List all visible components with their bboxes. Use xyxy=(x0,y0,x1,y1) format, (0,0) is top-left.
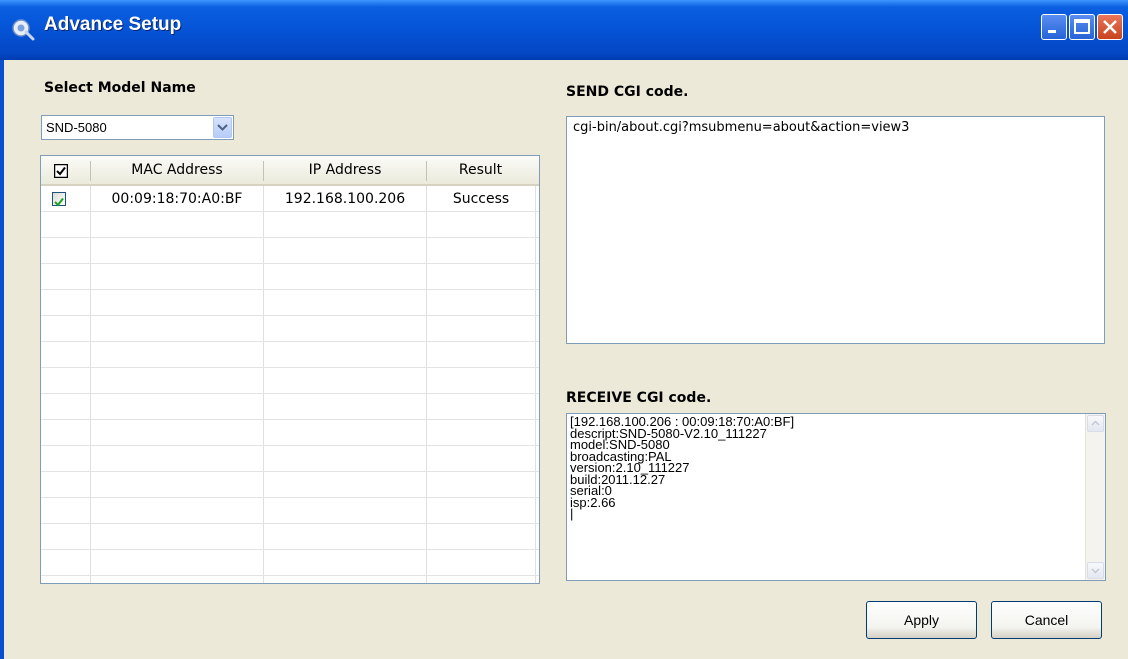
model-select-value: SND-5080 xyxy=(46,120,107,135)
ip-address-cell: 192.168.100.206 xyxy=(284,191,406,207)
title-bar[interactable]: Advance Setup xyxy=(0,0,1128,60)
model-select-dropdown-button[interactable] xyxy=(213,117,232,138)
chevron-down-icon xyxy=(217,124,228,131)
minimize-button[interactable] xyxy=(1041,14,1067,40)
device-table[interactable]: MAC Address IP Address Result 00:09:18:7… xyxy=(40,155,540,584)
maximize-icon xyxy=(1074,19,1090,34)
empty-row xyxy=(41,290,539,316)
empty-row xyxy=(41,472,539,498)
select-all-checkbox[interactable] xyxy=(53,163,69,179)
empty-row xyxy=(41,550,539,576)
scroll-up-button[interactable] xyxy=(1087,415,1104,432)
mac-address-cell: 00:09:18:70:A0:BF xyxy=(111,191,243,207)
close-button[interactable] xyxy=(1097,14,1123,40)
table-row[interactable]: 00:09:18:70:A0:BF 192.168.100.206 Succes… xyxy=(41,186,539,212)
minimize-icon xyxy=(1048,30,1056,33)
window-frame xyxy=(0,60,4,659)
advance-setup-window: Advance Setup Select Model Name SND-5080… xyxy=(0,0,1128,659)
result-cell: Success xyxy=(452,191,510,207)
column-header-mac[interactable]: MAC Address xyxy=(91,156,263,184)
empty-row xyxy=(41,446,539,472)
empty-row xyxy=(41,368,539,394)
receive-cgi-label: RECEIVE CGI code. xyxy=(566,390,712,406)
text-cursor: | xyxy=(570,506,574,521)
empty-row xyxy=(41,316,539,342)
maximize-button[interactable] xyxy=(1069,14,1095,40)
receive-cgi-output[interactable]: [192.168.100.206 : 00:09:18:70:A0:BF] de… xyxy=(566,413,1106,581)
receive-line: isp:2.66 xyxy=(570,494,616,510)
receive-line: build:2011.12.27 xyxy=(570,471,666,487)
apply-button[interactable]: Apply xyxy=(866,601,977,639)
window-title: Advance Setup xyxy=(44,14,182,35)
empty-row xyxy=(41,394,539,420)
empty-row xyxy=(41,498,539,524)
send-cgi-input[interactable]: cgi-bin/about.cgi?msubmenu=about&action=… xyxy=(566,116,1105,344)
column-header-result[interactable]: Result xyxy=(427,156,534,184)
table-header: MAC Address IP Address Result xyxy=(41,156,539,186)
app-icon xyxy=(10,16,36,42)
chevron-up-icon xyxy=(1091,420,1100,426)
receive-line: serial:0 xyxy=(570,483,612,498)
model-select[interactable]: SND-5080 xyxy=(41,115,234,140)
checkbox-checked-icon xyxy=(53,163,69,179)
empty-row xyxy=(41,238,539,264)
select-model-label: Select Model Name xyxy=(44,80,196,96)
empty-row xyxy=(41,264,539,290)
checkmark-icon xyxy=(54,197,64,207)
close-icon xyxy=(1103,20,1117,34)
chevron-down-icon xyxy=(1091,568,1100,574)
empty-row xyxy=(41,342,539,368)
send-cgi-label: SEND CGI code. xyxy=(566,84,689,100)
row-checkbox[interactable] xyxy=(52,192,66,207)
cancel-button[interactable]: Cancel xyxy=(991,601,1102,639)
receive-scrollbar[interactable] xyxy=(1085,414,1105,580)
empty-row xyxy=(41,524,539,550)
scroll-down-button[interactable] xyxy=(1087,562,1104,579)
empty-row xyxy=(41,212,539,238)
column-header-ip[interactable]: IP Address xyxy=(264,156,426,184)
empty-row xyxy=(41,420,539,446)
